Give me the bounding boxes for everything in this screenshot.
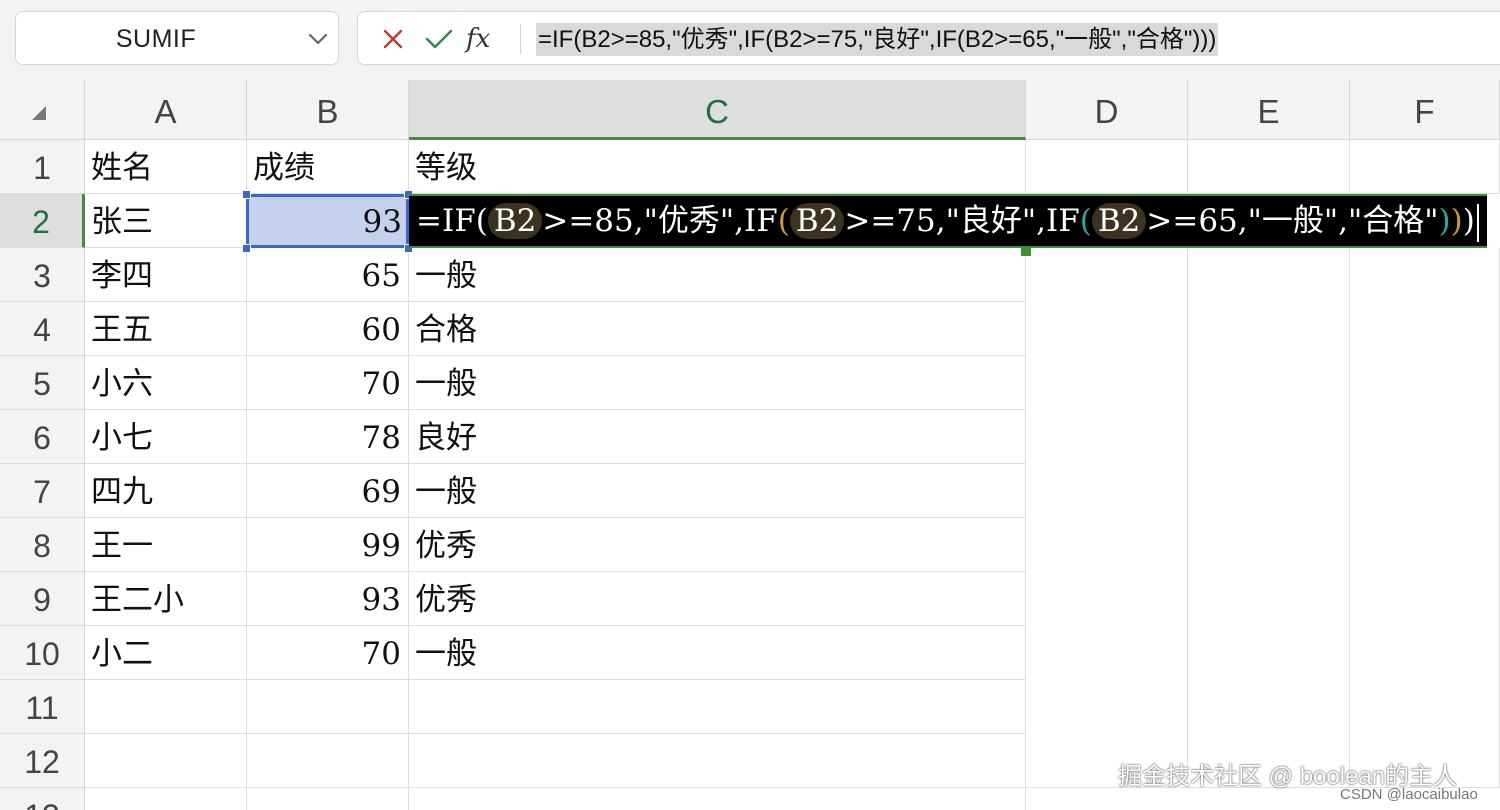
column-header-d[interactable]: D (1026, 80, 1188, 140)
watermark-csdn: CSDN @laocaibulao (1340, 786, 1478, 803)
cell-a1[interactable]: 姓名 (85, 140, 247, 194)
cell-a7[interactable]: 四九 (85, 464, 247, 518)
cancel-icon[interactable] (380, 26, 406, 52)
row-header-8[interactable]: 8 (0, 518, 85, 572)
cell-c11[interactable] (409, 680, 1026, 734)
cell-a3[interactable]: 李四 (85, 248, 247, 302)
cell-b12[interactable] (247, 734, 409, 788)
formula-part: >=75,"良好",IF (844, 203, 1080, 239)
formula-paren: ) (1438, 203, 1451, 239)
cell-d1[interactable] (1026, 140, 1188, 194)
name-box-value: SUMIF (115, 25, 197, 53)
cell-b11[interactable] (247, 680, 409, 734)
cell-b2-value: 93 (362, 204, 402, 240)
cells-e3-e12[interactable] (1188, 248, 1350, 788)
row-header-13[interactable]: 13 (0, 788, 85, 810)
cell-a9[interactable]: 王二小 (85, 572, 247, 626)
cell-b2-referenced[interactable]: 93 (246, 194, 409, 248)
cell-b6[interactable]: 78 (247, 410, 409, 464)
row-header-6[interactable]: 6 (0, 410, 85, 464)
cell-c1[interactable]: 等级 (409, 140, 1026, 194)
cell-b9[interactable]: 93 (247, 572, 409, 626)
row-header-9[interactable]: 9 (0, 572, 85, 626)
cell-c13[interactable] (409, 788, 1026, 810)
cell-a8[interactable]: 王一 (85, 518, 247, 572)
cell-e1[interactable] (1188, 140, 1350, 194)
formula-paren: ) (1450, 203, 1463, 239)
name-box[interactable]: SUMIF (15, 11, 339, 65)
cell-b1[interactable]: 成绩 (247, 140, 409, 194)
cell-a11[interactable] (85, 680, 247, 734)
cell-b8[interactable]: 99 (247, 518, 409, 572)
cell-a4[interactable]: 王五 (85, 302, 247, 356)
row-header-3[interactable]: 3 (0, 248, 85, 302)
column-header-c[interactable]: C (409, 80, 1026, 140)
column-header-b[interactable]: B (247, 80, 409, 140)
formula-bar-divider (520, 24, 521, 54)
cell-b3[interactable]: 65 (247, 248, 409, 302)
cell-b4[interactable]: 60 (247, 302, 409, 356)
cell-c10[interactable]: 一般 (409, 626, 1026, 680)
row-header-7[interactable]: 7 (0, 464, 85, 518)
formula-paren: ( (777, 203, 790, 239)
cells-d3-d12[interactable] (1026, 248, 1188, 788)
formula-paren: ( (1079, 203, 1092, 239)
row-header-11[interactable]: 11 (0, 680, 85, 734)
select-all-triangle-icon (32, 106, 46, 120)
formula-part: >=85,"优秀",IF (542, 203, 778, 239)
cell-a5[interactable]: 小六 (85, 356, 247, 410)
cell-b7[interactable]: 69 (247, 464, 409, 518)
cell-b10[interactable]: 70 (247, 626, 409, 680)
formula-input[interactable]: =IF(B2>=85,"优秀",IF(B2>=75,"良好",IF(B2>=65… (536, 23, 1219, 56)
cell-a2[interactable]: 张三 (85, 194, 247, 248)
cell-f1[interactable] (1350, 140, 1500, 194)
row-header-4[interactable]: 4 (0, 302, 85, 356)
cell-c2-editor[interactable]: =IF(B2 >=85,"优秀",IF(B2 >=75,"良好",IF(B2 >=65… (409, 194, 1487, 248)
cell-c3[interactable]: 一般 (409, 248, 1026, 302)
formula-paren: ) (1462, 203, 1475, 239)
cell-b5[interactable]: 70 (247, 356, 409, 410)
column-header-a[interactable]: A (85, 80, 247, 140)
fill-handle[interactable] (1021, 246, 1031, 256)
cell-a10[interactable]: 小二 (85, 626, 247, 680)
cell-a13[interactable] (85, 788, 247, 810)
cell-c8[interactable]: 优秀 (409, 518, 1026, 572)
confirm-check-icon[interactable] (424, 26, 454, 52)
row-header-2[interactable]: 2 (0, 194, 85, 248)
cell-c7[interactable]: 一般 (409, 464, 1026, 518)
spreadsheet-grid: A B C D E F 1 2 3 4 5 6 7 8 9 10 11 12 1… (0, 80, 1500, 810)
column-header-f[interactable]: F (1350, 80, 1500, 140)
cell-c9[interactable]: 优秀 (409, 572, 1026, 626)
insert-function-button[interactable]: fx (466, 20, 502, 58)
text-cursor (1476, 203, 1479, 242)
column-header-e[interactable]: E (1188, 80, 1350, 140)
resize-handle-top-left[interactable] (242, 190, 251, 199)
chevron-down-icon[interactable] (306, 28, 330, 50)
cell-c12[interactable] (409, 734, 1026, 788)
formula-toolbar: SUMIF fx =IF(B2>=85,"优秀",IF(B2>=75,"良好",… (0, 0, 1500, 80)
resize-handle-bottom-left[interactable] (242, 244, 251, 253)
cell-reference-b2: B2 (789, 203, 845, 239)
cell-a6[interactable]: 小七 (85, 410, 247, 464)
cell-reference-b2: B2 (487, 203, 543, 239)
row-header-5[interactable]: 5 (0, 356, 85, 410)
cell-c4[interactable]: 合格 (409, 302, 1026, 356)
formula-part: >=65,"一般","合格" (1146, 203, 1439, 239)
cell-c6[interactable]: 良好 (409, 410, 1026, 464)
cell-b13[interactable] (247, 788, 409, 810)
row-header-1[interactable]: 1 (0, 140, 85, 194)
row-header-10[interactable]: 10 (0, 626, 85, 680)
cell-reference-b2: B2 (1091, 203, 1147, 239)
row-header-12[interactable]: 12 (0, 734, 85, 788)
formula-part: =IF( (416, 203, 488, 239)
select-all-corner[interactable] (0, 80, 85, 140)
cell-c5[interactable]: 一般 (409, 356, 1026, 410)
formula-bar[interactable]: fx =IF(B2>=85,"优秀",IF(B2>=75,"良好",IF(B2>… (357, 11, 1500, 65)
cells-f3-f12[interactable] (1350, 248, 1500, 788)
cell-a12[interactable] (85, 734, 247, 788)
